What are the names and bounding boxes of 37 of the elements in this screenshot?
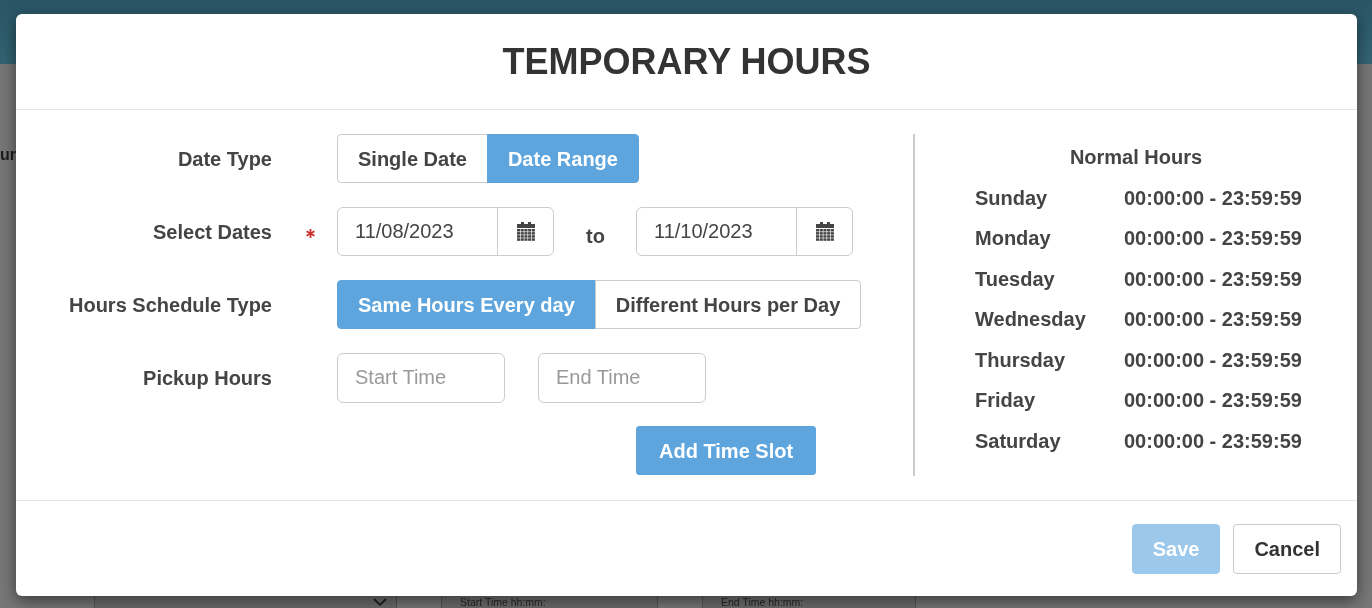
time-input[interactable]: Start Time xyxy=(337,352,505,403)
hours-text: 00:00:00 - 23:59:59 xyxy=(1124,347,1302,373)
day-label: Wednesday xyxy=(975,307,1087,332)
section-heading: Normal Hours xyxy=(1068,145,1204,170)
toggle-button[interactable]: Single Date xyxy=(337,134,488,183)
chevron-down-icon xyxy=(373,598,387,606)
add-time-slot-button[interactable]: Add Time Slot xyxy=(636,426,817,475)
hours-text: 00:00:00 - 23:59:59 xyxy=(1124,226,1302,251)
hours-text: 00:00:00 - 23:59:59 xyxy=(1124,428,1302,454)
day-label: Tuesday xyxy=(975,266,1056,292)
toggle-button[interactable]: Different Hours per Day xyxy=(594,280,862,329)
day-label: Monday xyxy=(975,226,1052,251)
hours-text: 00:00:00 - 23:59:59 xyxy=(1124,266,1302,292)
footer-button[interactable]: Cancel xyxy=(1233,523,1341,574)
day-label: Saturday xyxy=(975,428,1062,454)
hours-text: 00:00:00 - 23:59:59 xyxy=(1124,388,1302,413)
calendar-icon xyxy=(516,221,535,242)
field-label: Hours Schedule Type xyxy=(68,292,272,318)
hours-text: 00:00:00 - 23:59:59 xyxy=(1124,307,1302,332)
page-label: ur xyxy=(0,145,16,165)
calendar-button[interactable] xyxy=(497,207,554,256)
day-label: Thursday xyxy=(975,347,1067,373)
toggle-button[interactable]: Same Hours Every day xyxy=(337,280,596,329)
calendar-icon xyxy=(815,221,834,242)
range-separator: to xyxy=(585,223,606,249)
date-input[interactable]: 11/10/2023 xyxy=(636,207,797,256)
dialog-title: TEMPORARY HOURS xyxy=(502,41,871,82)
toggle-button[interactable]: Date Range xyxy=(486,134,639,183)
field-label: Pickup Hours xyxy=(142,365,272,391)
calendar-button[interactable] xyxy=(796,207,853,256)
hours-text: 00:00:00 - 23:59:59 xyxy=(1124,185,1302,211)
date-input[interactable]: 11/08/2023 xyxy=(337,207,498,256)
field-label: Select Dates xyxy=(152,219,272,245)
field-label: Date Type xyxy=(176,146,272,172)
time-input[interactable]: End Time xyxy=(538,352,706,403)
day-label: Sunday xyxy=(975,185,1049,211)
day-label: Friday xyxy=(975,388,1037,413)
